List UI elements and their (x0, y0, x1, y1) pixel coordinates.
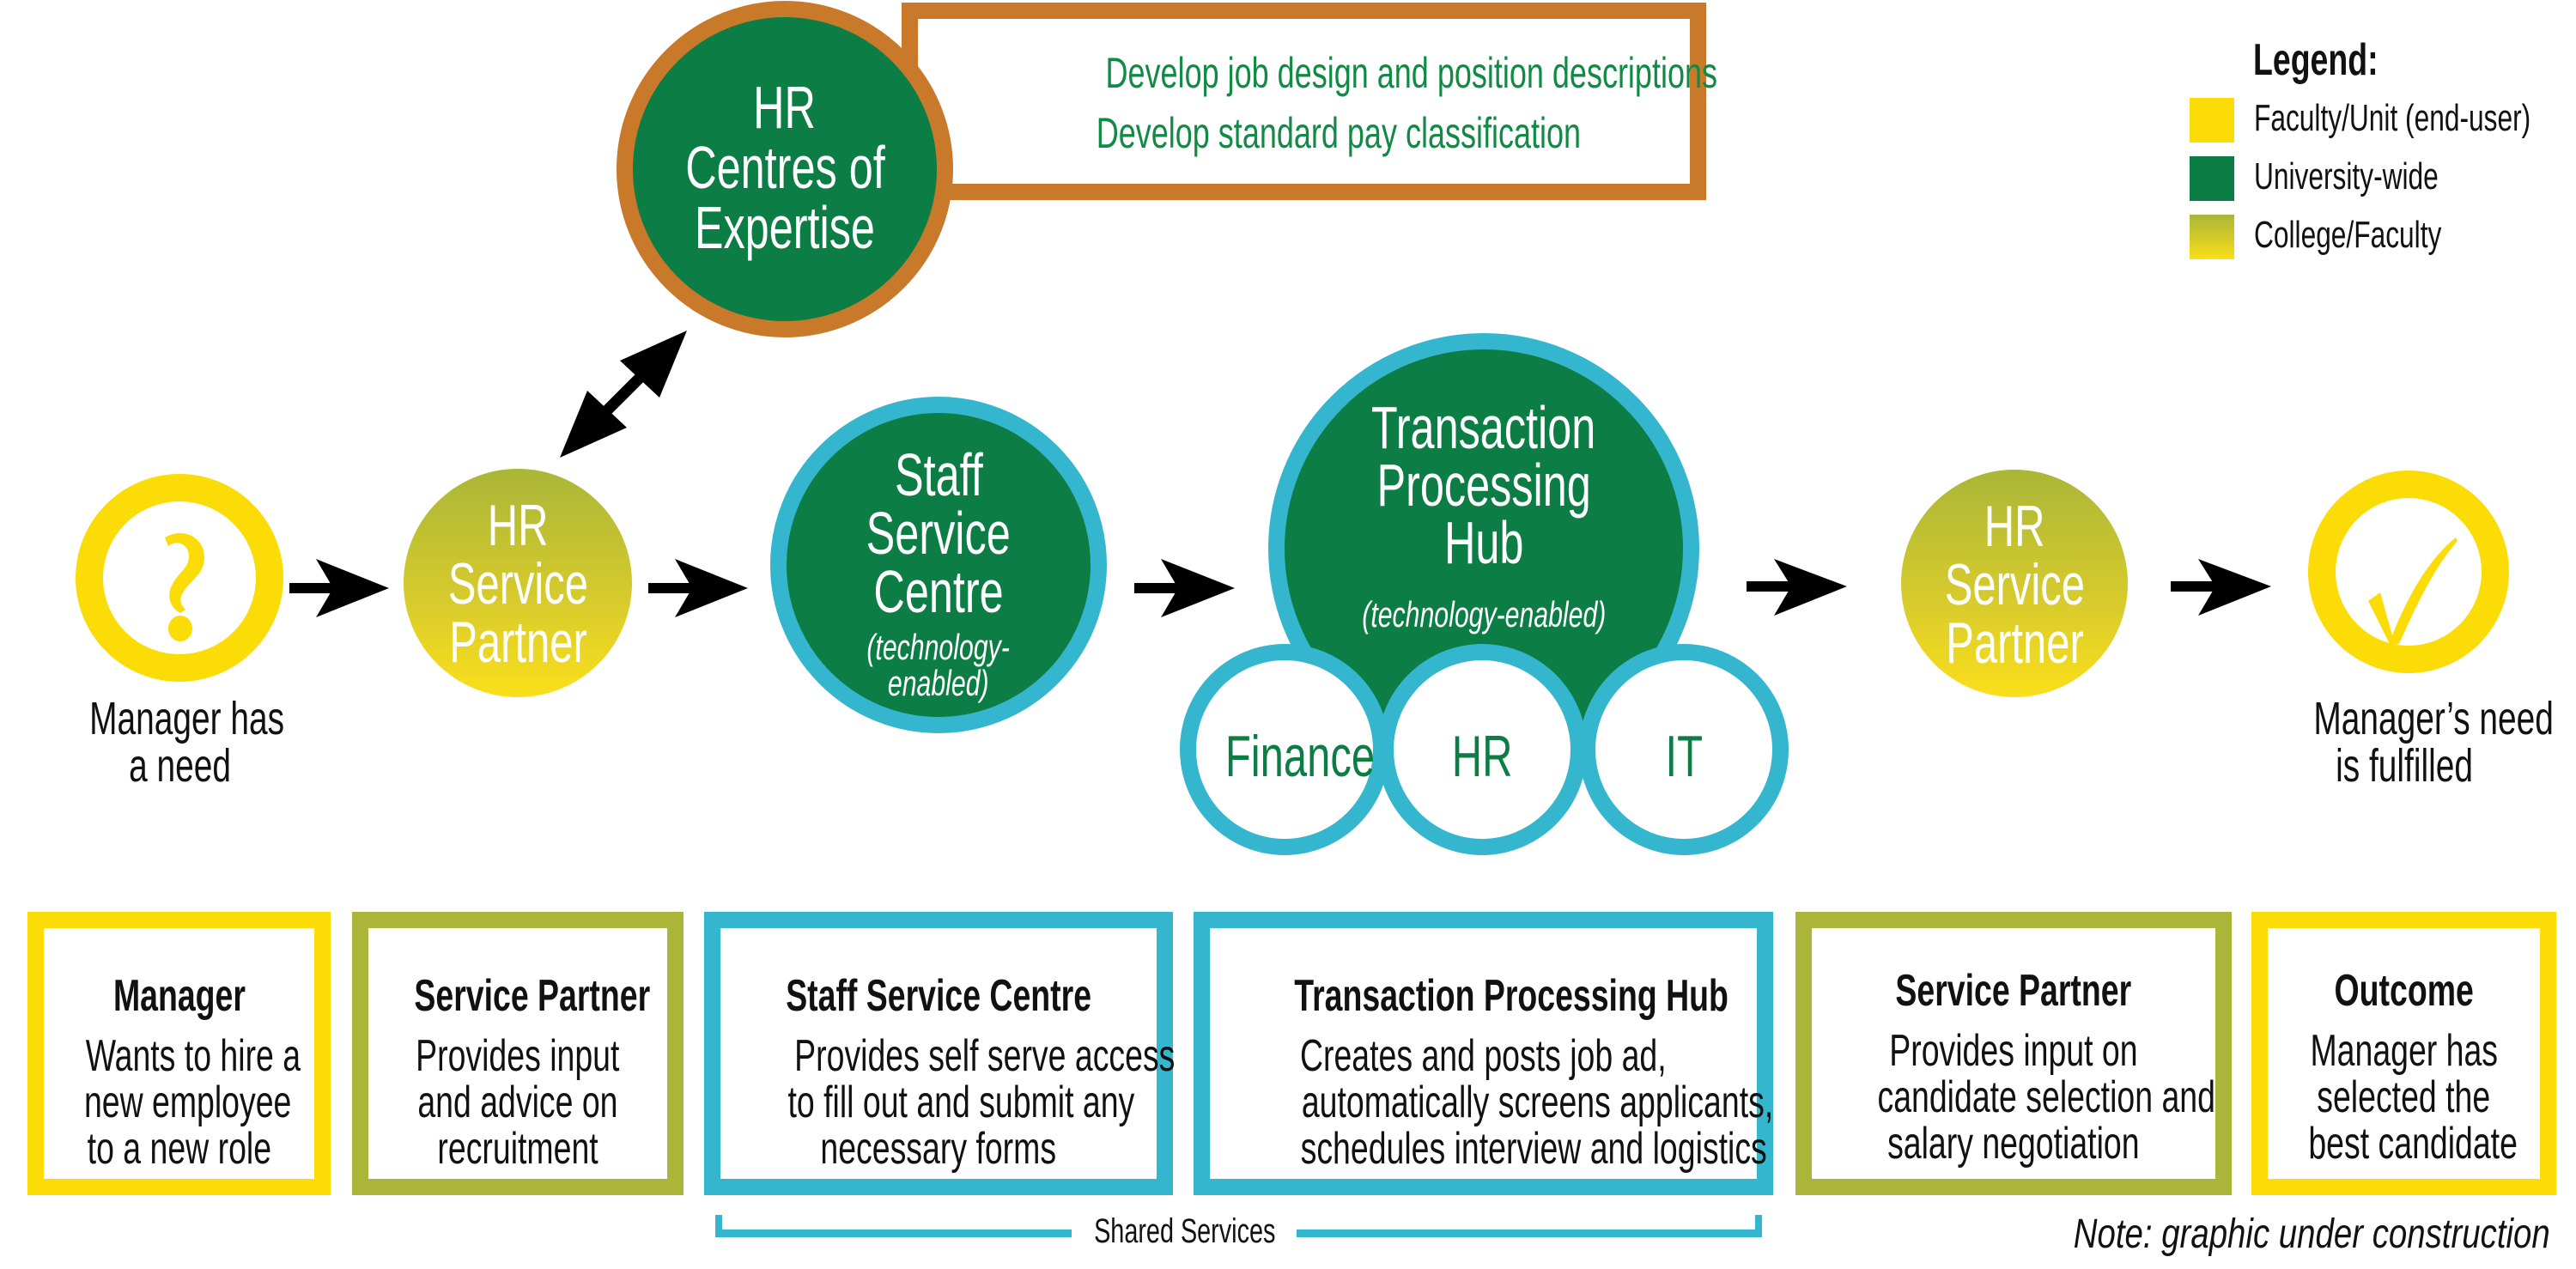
node-note: (technology-enabled) (1361, 594, 1607, 634)
shared-services-label: Shared Services (1056, 1212, 1314, 1251)
box-text-line: Provides input (416, 1031, 620, 1081)
box-text-line: Provides self serve access (794, 1031, 1176, 1081)
checkmark-icon (2368, 537, 2458, 646)
description-box-outcome: Outcome Manager has selected the best ca… (2251, 912, 2556, 1195)
unit-label: IT (1665, 724, 1703, 789)
box-text-line: salary negotiation (1887, 1119, 2140, 1169)
legend-label-text: Faculty/Unit (end-user) (2254, 97, 2531, 139)
box-text-line: Manager has (2310, 1026, 2498, 1076)
box-text-line: automatically screens applicants, (1301, 1078, 1774, 1127)
construction-note: Note: graphic under construction (1954, 1211, 2550, 1258)
hr-service-partner-node: HR Service Partner (404, 469, 632, 697)
description-box-service-partner: Service Partner Provides input and advic… (352, 912, 683, 1195)
legend-label: College/Faculty (2254, 213, 2514, 258)
unit-finance: Finance (1180, 644, 1389, 855)
node-title-line: Service (1944, 552, 2085, 617)
node-title-line: Service (447, 551, 588, 616)
legend-title-text: Legend: (2253, 35, 2379, 85)
node-note-line: enabled) (888, 663, 989, 703)
arrow-right-icon (2171, 559, 2271, 616)
need-fulfilled-node (2308, 471, 2509, 673)
box-title: Staff Service Centre (786, 971, 1091, 1021)
box-text-line: candidate selection and (1877, 1072, 2215, 1122)
unit-label: Finance (1224, 724, 1376, 789)
shared-services-text: Shared Services (1094, 1212, 1276, 1250)
description-box-staff-service-centre: Staff Service Centre Provides self serve… (704, 912, 1176, 1195)
start-label: Manager has a need (52, 695, 309, 790)
node-title-line: Service (866, 500, 1012, 567)
description-box-transaction-hub: Transaction Processing Hub Creates and p… (1194, 912, 1773, 1195)
question-mark-icon (165, 532, 204, 641)
box-text-line: new employee (83, 1078, 292, 1127)
double-arrow-icon (560, 331, 687, 458)
legend-label: Faculty/Unit (end-user) (2254, 96, 2576, 141)
box-text-line: recruitment (437, 1124, 598, 1174)
legend-swatch-college-faculty (2190, 215, 2234, 259)
unit-label: HR (1451, 724, 1513, 789)
legend-label: University-wide (2254, 155, 2510, 199)
unit-hr: HR (1377, 644, 1587, 855)
arrow-right-icon (1747, 559, 1847, 616)
description-box-service-partner: Service Partner Provides input on candid… (1795, 912, 2232, 1195)
legend-title: Legend: (2253, 34, 2427, 86)
box-title: Outcome (2334, 966, 2474, 1016)
box-text-line: to a new role (87, 1124, 271, 1174)
node-title-line: Staff (894, 441, 983, 508)
end-label-line: Manager’s need (2313, 693, 2554, 744)
description-box-manager: Manager Wants to hire a new employee to … (27, 912, 331, 1195)
node-title-line: HR (487, 493, 549, 558)
box-text-line: schedules interview and logistics (1300, 1124, 1767, 1174)
box-text-line: Provides input on (1889, 1026, 2138, 1076)
node-title-line: Hub (1443, 509, 1524, 576)
box-title: Transaction Processing Hub (1294, 971, 1728, 1021)
legend-label-text: College/Faculty (2254, 214, 2442, 256)
note-text: Note: graphic under construction (2074, 1211, 2550, 1257)
end-label: Manager’s need is fulfilled (2267, 695, 2554, 792)
arrow-right-icon (1134, 559, 1235, 617)
box-text-line: necessary forms (820, 1124, 1057, 1174)
node-title-line: HR (1984, 494, 2045, 559)
box-text-line: best candidate (2308, 1119, 2518, 1169)
start-label-line: Manager has (89, 693, 285, 744)
arrow-right-icon (648, 559, 748, 617)
legend-swatch-faculty-unit (2190, 98, 2234, 143)
legend-label-text: University-wide (2254, 155, 2439, 197)
node-title-line: Transaction (1371, 394, 1596, 461)
legend-swatch-university-wide (2190, 156, 2234, 201)
arrow-right-icon (289, 559, 389, 617)
staff-service-centre-node: Staff Service Centre (technology- enable… (770, 397, 1107, 733)
node-title-line: Partner (448, 610, 587, 675)
unit-it: IT (1579, 644, 1789, 855)
box-text-line: and advice on (417, 1078, 618, 1127)
box-title: Service Partner (414, 971, 651, 1021)
box-text-line: Wants to hire a (85, 1031, 301, 1081)
box-text-line: Creates and posts job ad, (1300, 1031, 1667, 1081)
box-title: Manager (112, 971, 246, 1021)
box-text-line: selected the (2317, 1072, 2491, 1122)
node-note-line: (technology- (866, 627, 1011, 667)
box-title: Service Partner (1895, 966, 2132, 1016)
box-text-line: to fill out and submit any (787, 1078, 1135, 1127)
node-title-line: Partner (1945, 610, 2084, 676)
end-label-line: is fulfilled (2336, 740, 2473, 792)
node-title-line: Processing (1376, 452, 1591, 519)
node-title-line: Centre (873, 558, 1004, 625)
hr-service-partner-node: HR Service Partner (1901, 470, 2128, 697)
manager-need-node (76, 474, 283, 682)
start-label-line: a need (129, 740, 232, 792)
